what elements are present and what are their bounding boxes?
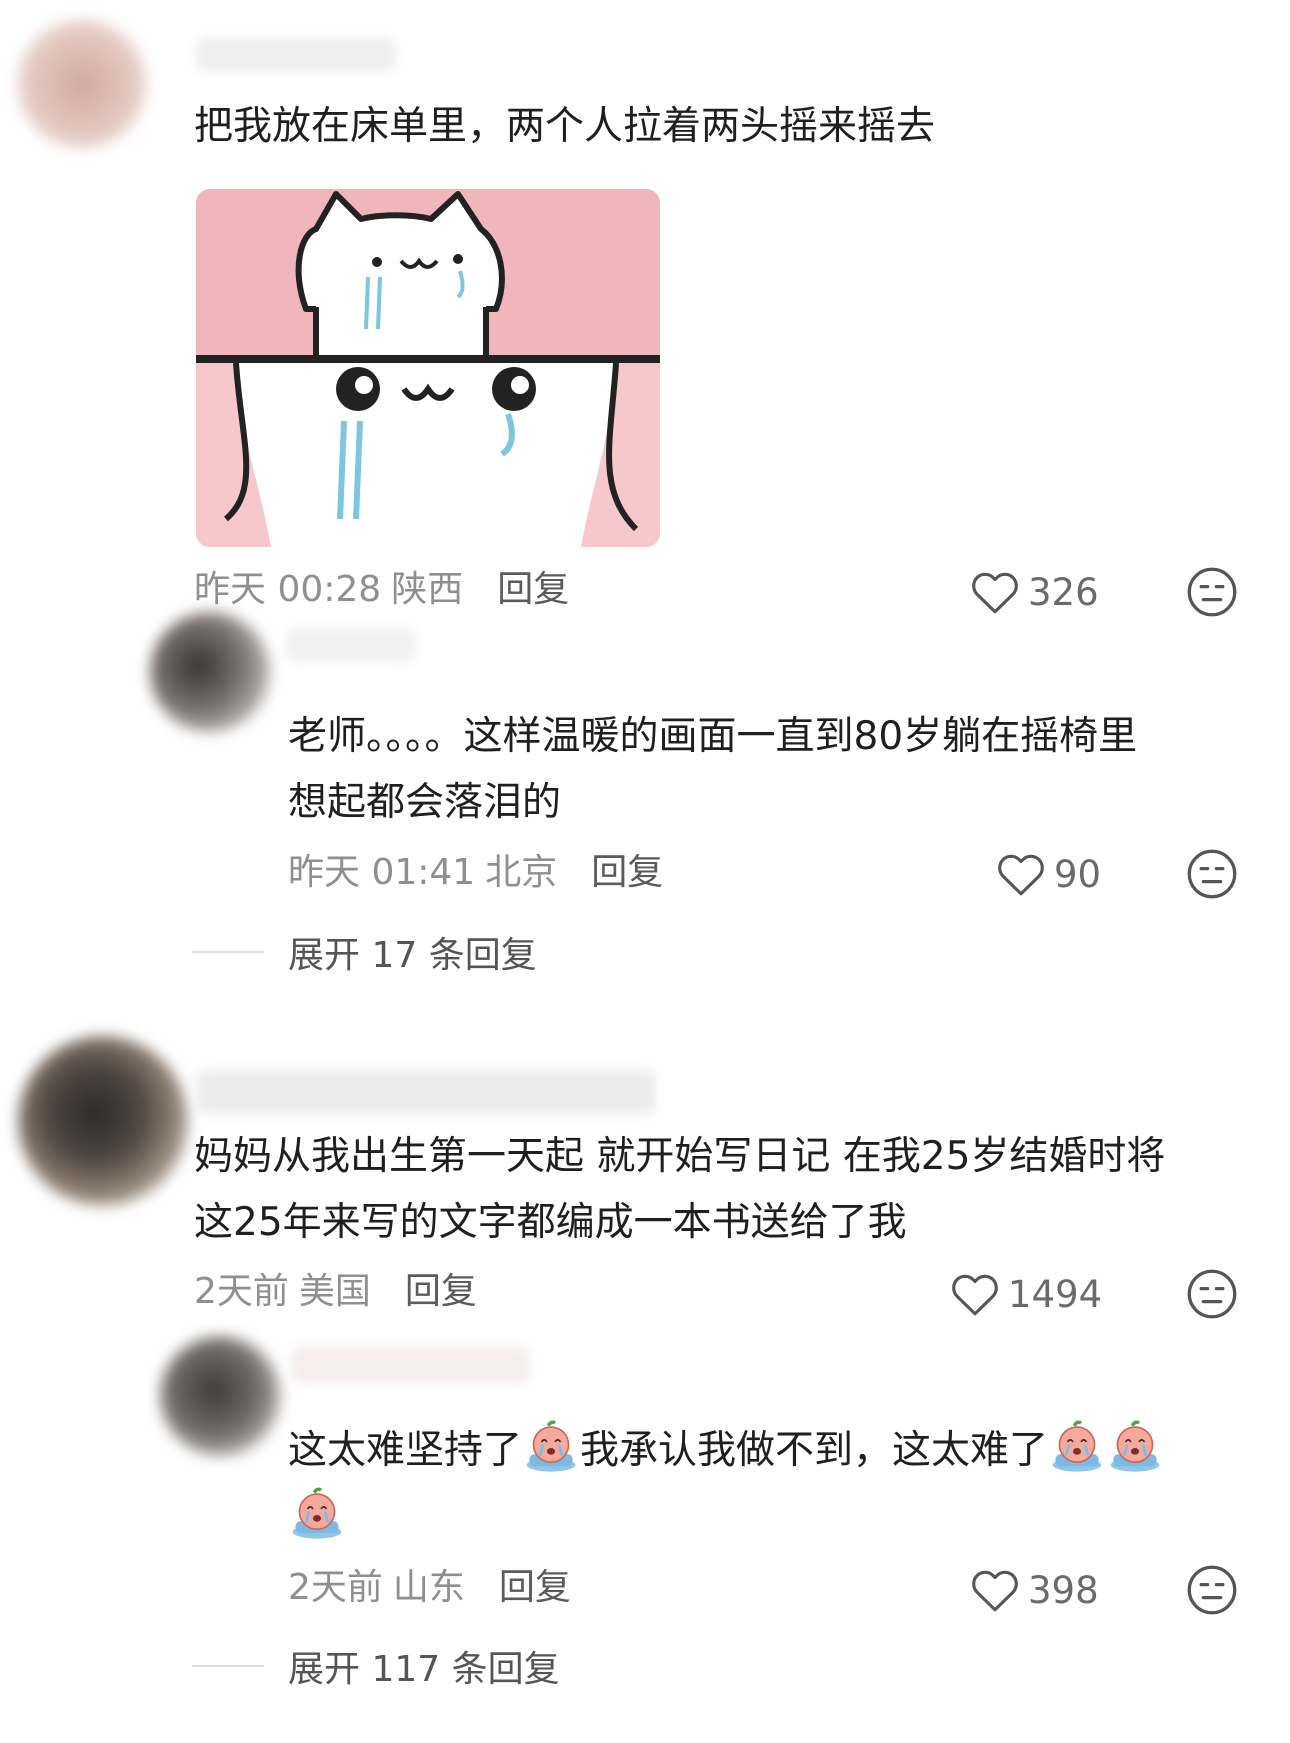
like-count: 398 [1028,1568,1099,1612]
like-button[interactable]: 1494 [950,1268,1102,1320]
divider-line [192,951,264,953]
comment-meta: 昨天 00:28 陕西 回复 [194,568,569,612]
like-count: 90 [1054,852,1102,896]
username-redacted[interactable] [196,1070,656,1114]
avatar[interactable] [160,1336,280,1456]
heart-outline-icon [972,572,1018,614]
comment-text-line-1: 这太难坚持了 我承认我做不到，这太难了 [288,1418,1164,1484]
crying-face-emoji [1052,1420,1102,1472]
avatar[interactable] [18,1036,188,1206]
reply-button[interactable]: 回复 [591,852,663,893]
divider-line [192,1665,264,1667]
username-redacted[interactable] [290,1346,530,1384]
comment-text: 把我放在床单里，两个人拉着两头摇来摇去 [194,104,936,149]
username-redacted[interactable] [286,628,416,662]
comment-meta: 2天前 山东 回复 [288,1566,571,1610]
crying-face-emoji [292,1487,342,1539]
comment-location: 美国 [298,1271,371,1312]
crying-cat-sticker [196,189,660,547]
avatar[interactable] [18,20,146,148]
username-redacted[interactable] [196,38,396,72]
reply-button[interactable]: 回复 [405,1271,477,1312]
reply-button[interactable]: 回复 [497,569,569,610]
comment-location: 山东 [392,1567,465,1608]
comment-text-line-2: 想起都会落泪的 [288,780,562,825]
comment-text-line-1: 妈妈从我出生第一天起 就开始写日记 在我25岁结婚时将 [194,1134,1166,1179]
like-button[interactable]: 90 [996,848,1101,900]
meh-face-icon[interactable] [1186,1564,1238,1616]
expand-replies-button[interactable]: 展开 17 条回复 [192,930,537,976]
meh-face-icon[interactable] [1186,566,1238,618]
comment-text-segment: 这太难坚持了 [288,1428,523,1473]
comment-meta: 2天前 美国 回复 [194,1270,477,1314]
heart-outline-icon [972,1570,1018,1612]
meh-face-icon[interactable] [1186,848,1238,900]
comment-text-segment: 我承认我做不到，这太难了 [580,1428,1049,1473]
comment-location: 陕西 [391,569,464,610]
comment-location: 北京 [485,852,558,893]
heart-outline-icon [998,854,1044,896]
meh-face-icon[interactable] [1186,1268,1238,1320]
like-button[interactable]: 326 [970,566,1099,618]
like-button[interactable]: 398 [970,1564,1099,1616]
expand-replies-label: 展开 117 条回复 [288,1649,560,1690]
heart-outline-icon [952,1274,998,1316]
comment-sticker-image[interactable] [196,189,660,547]
expand-replies-button[interactable]: 展开 117 条回复 [192,1644,560,1690]
crying-face-emoji [526,1420,576,1472]
comment-text-line-2: 这25年来写的文字都编成一本书送给了我 [194,1200,907,1245]
like-count: 1494 [1008,1272,1103,1316]
comment-meta: 昨天 01:41 北京 回复 [288,851,663,895]
crying-face-emoji [1110,1420,1160,1472]
like-count: 326 [1028,570,1099,614]
avatar[interactable] [150,612,270,732]
comment-text-line-2 [288,1486,346,1540]
comment-text-line-1: 老师。。。。这样温暖的画面一直到80岁躺在摇椅里 [288,714,1138,759]
reply-button[interactable]: 回复 [499,1567,571,1608]
comment-time: 2天前 [288,1567,383,1608]
expand-replies-label: 展开 17 条回复 [288,935,537,976]
comment-time: 2天前 [194,1271,289,1312]
comment-time: 昨天 01:41 [288,852,476,893]
comment-time: 昨天 00:28 [194,569,382,610]
